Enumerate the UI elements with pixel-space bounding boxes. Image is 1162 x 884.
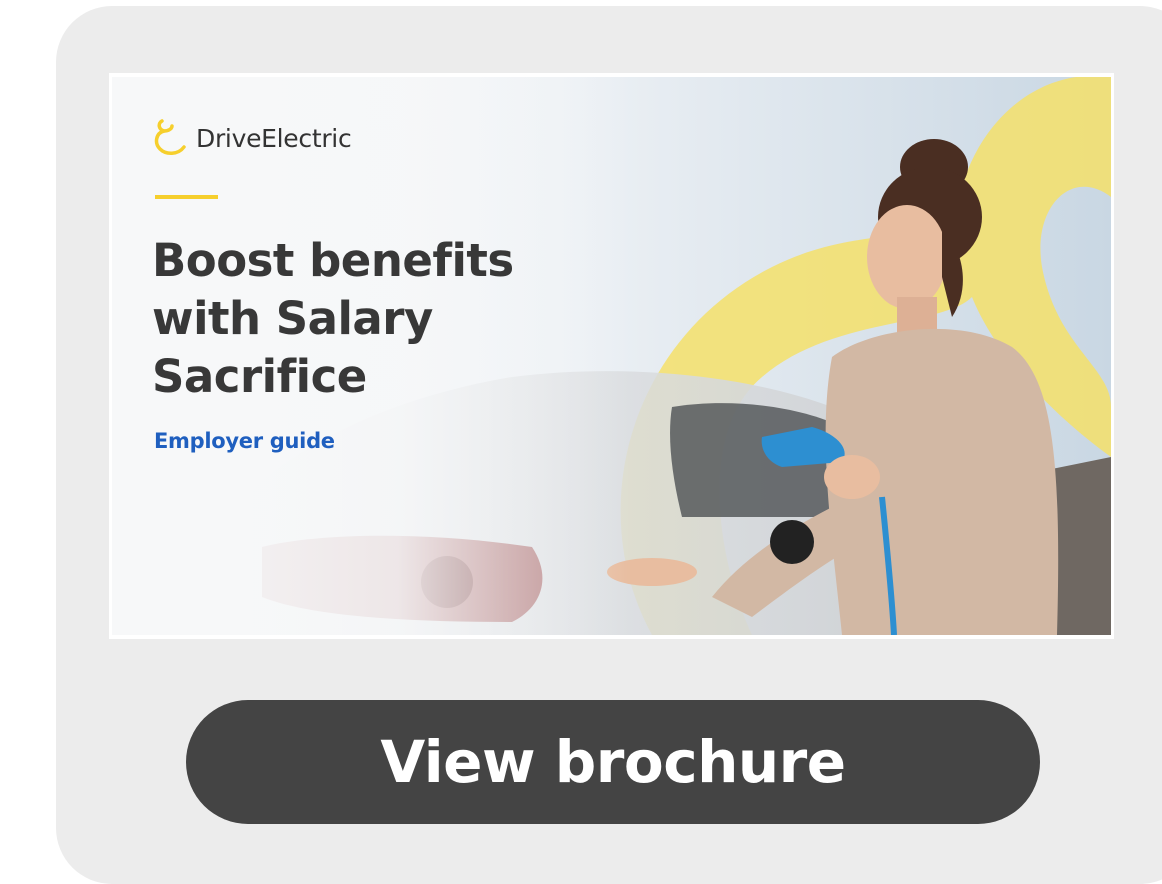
brochure-headline: Boost benefits with Salary Sacrifice [152,232,572,406]
view-brochure-button[interactable]: View brochure [186,700,1040,824]
headline-line: Sacrifice [152,350,367,403]
headline-line: Boost benefits [152,234,514,287]
driveelectric-logo-icon [154,119,186,155]
brochure-cover-image[interactable]: DriveElectric Boost benefits with Salary… [109,73,1114,639]
brochure-subheading: Employer guide [154,429,335,453]
headline-line: with Salary [152,292,433,345]
brand-logo: DriveElectric [154,117,352,159]
accent-divider [155,195,218,199]
cover-artwork: DriveElectric Boost benefits with Salary… [112,77,1111,635]
brand-name: DriveElectric [196,123,352,153]
